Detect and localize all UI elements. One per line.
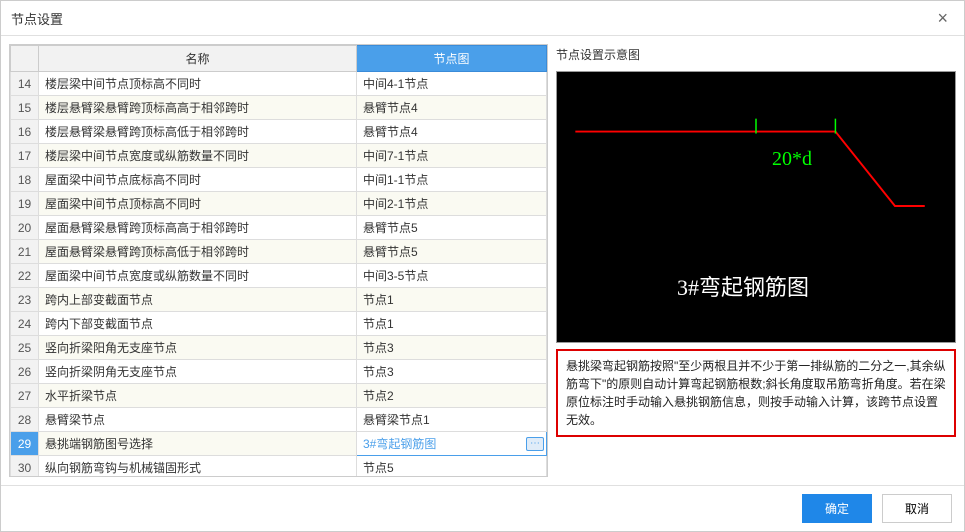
row-node[interactable]: 悬臂节点4 xyxy=(357,120,547,144)
table-row[interactable]: 16楼层悬臂梁悬臂跨顶标高低于相邻跨时悬臂节点4 xyxy=(11,120,547,144)
row-node[interactable]: 3#弯起钢筋图⋯ xyxy=(357,432,547,456)
titlebar: 节点设置 × xyxy=(1,1,964,36)
row-index: 15 xyxy=(11,96,39,120)
table-row[interactable]: 23跨内上部变截面节点节点1 xyxy=(11,288,547,312)
row-index: 30 xyxy=(11,456,39,478)
row-name: 屋面梁中间节点底标高不同时 xyxy=(39,168,357,192)
row-node[interactable]: 节点1 xyxy=(357,288,547,312)
row-node[interactable]: 中间7-1节点 xyxy=(357,144,547,168)
table-row[interactable]: 17楼层梁中间节点宽度或纵筋数量不同时中间7-1节点 xyxy=(11,144,547,168)
node-table: 名称 节点图 14楼层梁中间节点顶标高不同时中间4-1节点15楼层悬臂梁悬臂跨顶… xyxy=(10,45,547,477)
dialog-footer: 确定 取消 xyxy=(1,485,964,531)
close-icon[interactable]: × xyxy=(931,7,954,29)
row-name: 屋面梁中间节点顶标高不同时 xyxy=(39,192,357,216)
preview-label: 节点设置示意图 xyxy=(556,44,956,65)
dialog-title: 节点设置 xyxy=(11,9,63,28)
row-name: 悬臂梁节点 xyxy=(39,408,357,432)
row-index: 19 xyxy=(11,192,39,216)
table-panel: 名称 节点图 14楼层梁中间节点顶标高不同时中间4-1节点15楼层悬臂梁悬臂跨顶… xyxy=(9,44,548,477)
row-node[interactable]: 悬臂节点5 xyxy=(357,216,547,240)
node-settings-dialog: 节点设置 × 名称 节点图 14楼层梁中间节点顶标高不同时中间4-1节点15楼层… xyxy=(0,0,965,532)
row-node[interactable]: 中间4-1节点 xyxy=(357,72,547,96)
dimension-text: 20*d xyxy=(772,148,812,171)
row-name: 楼层悬臂梁悬臂跨顶标高低于相邻跨时 xyxy=(39,120,357,144)
row-index: 25 xyxy=(11,336,39,360)
table-row[interactable]: 14楼层梁中间节点顶标高不同时中间4-1节点 xyxy=(11,72,547,96)
table-row[interactable]: 19屋面梁中间节点顶标高不同时中间2-1节点 xyxy=(11,192,547,216)
row-index: 18 xyxy=(11,168,39,192)
row-index: 28 xyxy=(11,408,39,432)
row-index: 23 xyxy=(11,288,39,312)
row-index: 14 xyxy=(11,72,39,96)
row-node[interactable]: 节点1 xyxy=(357,312,547,336)
row-node[interactable]: 中间2-1节点 xyxy=(357,192,547,216)
table-row[interactable]: 25竖向折梁阳角无支座节点节点3 xyxy=(11,336,547,360)
description-box: 悬挑梁弯起钢筋按照"至少两根且并不少于第一排纵筋的二分之一,其余纵筋弯下"的原则… xyxy=(556,349,956,437)
table-row[interactable]: 20屋面悬臂梁悬臂跨顶标高高于相邻跨时悬臂节点5 xyxy=(11,216,547,240)
row-name: 竖向折梁阴角无支座节点 xyxy=(39,360,357,384)
row-name: 楼层梁中间节点宽度或纵筋数量不同时 xyxy=(39,144,357,168)
row-index: 22 xyxy=(11,264,39,288)
row-node[interactable]: 节点2 xyxy=(357,384,547,408)
table-row[interactable]: 22屋面梁中间节点宽度或纵筋数量不同时中间3-5节点 xyxy=(11,264,547,288)
row-name: 屋面悬臂梁悬臂跨顶标高高于相邻跨时 xyxy=(39,216,357,240)
table-row[interactable]: 28悬臂梁节点悬臂梁节点1 xyxy=(11,408,547,432)
row-name: 楼层悬臂梁悬臂跨顶标高高于相邻跨时 xyxy=(39,96,357,120)
row-node[interactable]: 悬臂梁节点1 xyxy=(357,408,547,432)
row-name: 楼层梁中间节点顶标高不同时 xyxy=(39,72,357,96)
dialog-body: 名称 节点图 14楼层梁中间节点顶标高不同时中间4-1节点15楼层悬臂梁悬臂跨顶… xyxy=(1,36,964,485)
row-index: 17 xyxy=(11,144,39,168)
preview-caption: 3#弯起钢筋图 xyxy=(677,270,809,302)
row-name: 跨内上部变截面节点 xyxy=(39,288,357,312)
col-header-name: 名称 xyxy=(39,46,357,72)
table-row[interactable]: 24跨内下部变截面节点节点1 xyxy=(11,312,547,336)
table-row[interactable]: 27水平折梁节点节点2 xyxy=(11,384,547,408)
col-header-node[interactable]: 节点图 xyxy=(357,46,547,72)
row-index: 21 xyxy=(11,240,39,264)
row-node[interactable]: 中间3-5节点 xyxy=(357,264,547,288)
row-name: 屋面梁中间节点宽度或纵筋数量不同时 xyxy=(39,264,357,288)
row-node[interactable]: 节点3 xyxy=(357,336,547,360)
row-name: 水平折梁节点 xyxy=(39,384,357,408)
table-row[interactable]: 29悬挑端钢筋图号选择3#弯起钢筋图⋯ xyxy=(11,432,547,456)
table-row[interactable]: 30纵向钢筋弯钩与机械锚固形式节点5 xyxy=(11,456,547,478)
row-name: 屋面悬臂梁悬臂跨顶标高低于相邻跨时 xyxy=(39,240,357,264)
row-index: 29 xyxy=(11,432,39,456)
row-node[interactable]: 悬臂节点5 xyxy=(357,240,547,264)
row-node[interactable]: 节点3 xyxy=(357,360,547,384)
row-node[interactable]: 中间1-1节点 xyxy=(357,168,547,192)
rebar-line xyxy=(575,132,924,206)
cancel-button[interactable]: 取消 xyxy=(882,494,952,523)
row-index: 26 xyxy=(11,360,39,384)
table-row[interactable]: 18屋面梁中间节点底标高不同时中间1-1节点 xyxy=(11,168,547,192)
row-name: 竖向折梁阳角无支座节点 xyxy=(39,336,357,360)
table-row[interactable]: 21屋面悬臂梁悬臂跨顶标高低于相邻跨时悬臂节点5 xyxy=(11,240,547,264)
row-index: 27 xyxy=(11,384,39,408)
row-name: 纵向钢筋弯钩与机械锚固形式 xyxy=(39,456,357,478)
row-node[interactable]: 悬臂节点4 xyxy=(357,96,547,120)
preview-panel: 节点设置示意图 20*d 3#弯起钢筋图 悬挑梁弯起钢筋按照"至少两根且并不少于… xyxy=(556,44,956,477)
row-index: 20 xyxy=(11,216,39,240)
row-node[interactable]: 节点5 xyxy=(357,456,547,478)
ok-button[interactable]: 确定 xyxy=(802,494,872,523)
row-index: 24 xyxy=(11,312,39,336)
row-name: 跨内下部变截面节点 xyxy=(39,312,357,336)
ellipsis-icon[interactable]: ⋯ xyxy=(526,437,544,451)
row-index: 16 xyxy=(11,120,39,144)
table-row[interactable]: 26竖向折梁阴角无支座节点节点3 xyxy=(11,360,547,384)
row-name: 悬挑端钢筋图号选择 xyxy=(39,432,357,456)
table-row[interactable]: 15楼层悬臂梁悬臂跨顶标高高于相邻跨时悬臂节点4 xyxy=(11,96,547,120)
preview-canvas: 20*d 3#弯起钢筋图 xyxy=(556,71,956,343)
col-header-index xyxy=(11,46,39,72)
